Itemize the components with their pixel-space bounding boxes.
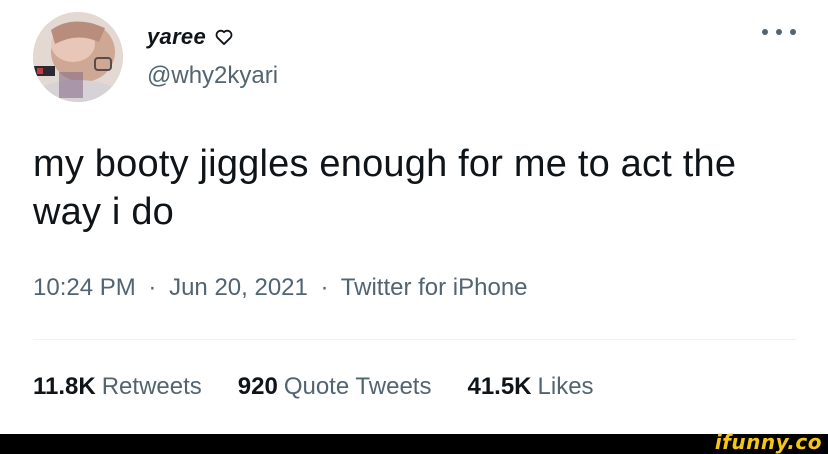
more-dot [776,29,782,35]
quote-tweets-label: Quote Tweets [283,373,432,400]
tweet-card: yaree @why2kyari my booty jiggles enough… [0,0,828,434]
likes-stat[interactable]: 41.5K Likes [467,373,593,401]
quote-tweets-stat[interactable]: 920 Quote Tweets [238,373,432,401]
more-options-icon[interactable] [762,22,796,42]
ifunny-watermark: ifunny.co [714,430,822,454]
likes-label: Likes [537,373,594,400]
likes-count: 41.5K [467,373,532,400]
more-dot [790,29,796,35]
profile-photo [33,12,123,102]
more-dot [762,29,768,35]
user-handle[interactable]: @why2kyari [147,62,278,90]
tweet-text: my booty jiggles enough for me to act th… [33,143,737,233]
tweet-meta: 10:24 PM · Jun 20, 2021 · Twitter for iP… [33,274,528,302]
tweet-source[interactable]: Twitter for iPhone [341,274,528,301]
meta-separator: · [320,274,329,301]
footer-bar [0,434,828,454]
retweets-label: Retweets [101,373,202,400]
avatar[interactable] [33,12,123,102]
quote-tweets-count: 920 [237,373,278,400]
tweet-stats: 11.8K Retweets 920 Quote Tweets 41.5K Likes [33,373,594,401]
divider [33,339,796,340]
heart-outline-icon [215,29,233,45]
retweets-count: 11.8K [33,373,96,400]
display-name-text[interactable]: yaree [147,24,206,50]
tweet-date[interactable]: Jun 20, 2021 [169,274,308,301]
tweet-time[interactable]: 10:24 PM [33,274,136,301]
display-name[interactable]: yaree [147,24,234,50]
retweets-stat[interactable]: 11.8K Retweets [33,373,202,401]
meta-separator: · [148,274,157,301]
